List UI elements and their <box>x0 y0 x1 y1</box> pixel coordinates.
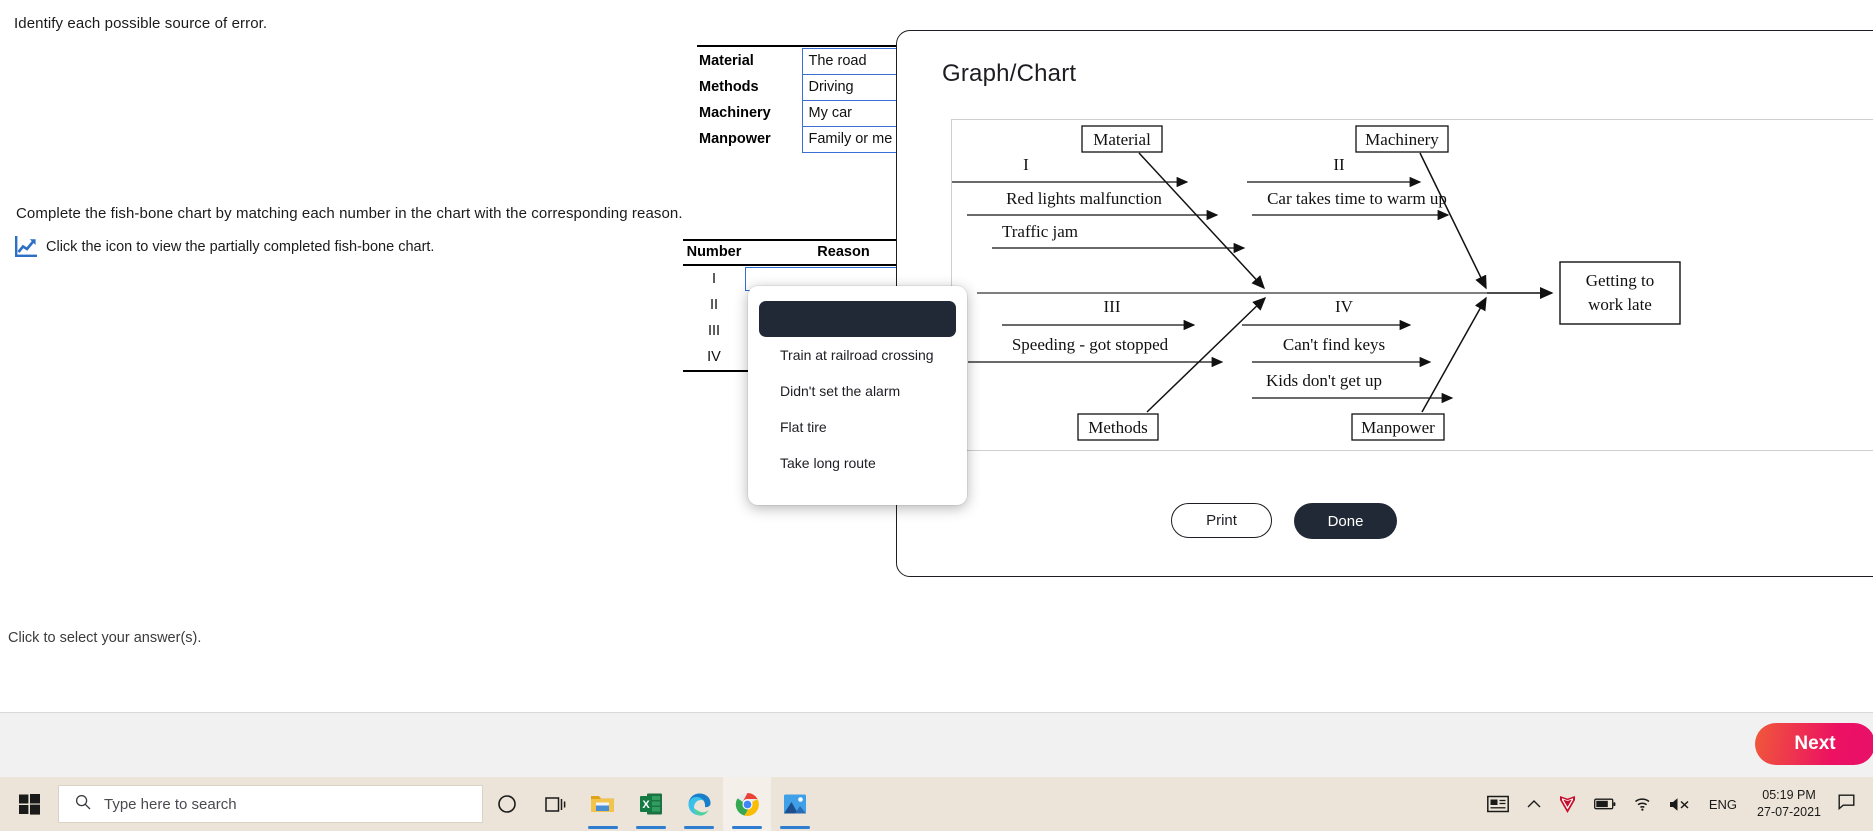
cause-material-3: Traffic jam <box>1002 222 1078 241</box>
graph-chart-modal: Graph/Chart Getting to work late Materia… <box>896 30 1873 577</box>
chart-icon-hint-label: Click the icon to view the partially com… <box>46 238 435 255</box>
wifi-icon[interactable] <box>1625 777 1660 831</box>
news-and-interests-icon[interactable] <box>1478 777 1518 831</box>
question-prompt: Identify each possible source of error. <box>14 15 268 32</box>
battery-icon[interactable] <box>1585 777 1625 831</box>
cause-manpower-1: IV <box>1335 297 1354 316</box>
effect-line-1: Getting to <box>1586 271 1654 290</box>
print-button[interactable]: Print <box>1171 503 1272 538</box>
table-row: Manpower Family or me <box>697 125 900 153</box>
table-row: Material The road <box>697 47 900 75</box>
cause-material-1: I <box>1023 155 1029 174</box>
category-label-material: Material <box>1093 130 1151 149</box>
task-view-icon[interactable] <box>531 777 579 831</box>
taskbar-icons: X <box>483 777 819 831</box>
fishbone-svg: Getting to work late Material I Red ligh… <box>952 125 1681 441</box>
dropdown-option-4[interactable]: Take long route <box>748 445 967 481</box>
dropdown-option-1[interactable]: Train at railroad crossing <box>748 337 967 373</box>
row-number: I <box>711 271 717 287</box>
category-value: Family or me <box>801 125 900 153</box>
category-table: Material The road Methods Driving Machin… <box>697 45 900 153</box>
category-value: Driving <box>801 73 900 101</box>
mcafee-shield-icon[interactable] <box>1550 777 1585 831</box>
exam-page: Identify each possible source of error. … <box>0 0 1873 831</box>
windows-taskbar: Type here to search X ENG 05:19 PM 27-07… <box>0 777 1873 831</box>
row-number: II <box>709 297 719 313</box>
category-label-manpower: Manpower <box>1361 418 1435 437</box>
action-center-icon[interactable] <box>1832 794 1867 815</box>
category-label-methods: Methods <box>1088 418 1148 437</box>
cause-methods-1: III <box>1104 297 1121 316</box>
cortana-circle-icon[interactable] <box>483 777 531 831</box>
cause-manpower-3: Kids don't get up <box>1266 371 1382 390</box>
next-button[interactable]: Next <box>1755 723 1873 765</box>
photos-icon[interactable] <box>771 777 819 831</box>
search-input[interactable]: Type here to search <box>58 785 483 823</box>
svg-text:X: X <box>642 799 650 811</box>
cause-machinery-1: II <box>1333 155 1345 174</box>
excel-icon[interactable]: X <box>627 777 675 831</box>
row-number: III <box>707 323 721 339</box>
dropdown-option-3[interactable]: Flat tire <box>748 409 967 445</box>
system-tray: ENG 05:19 PM 27-07-2021 <box>1478 777 1873 831</box>
category-value: My car <box>801 99 900 127</box>
category-key: Material <box>699 53 754 69</box>
category-label-machinery: Machinery <box>1365 130 1439 149</box>
google-chrome-icon[interactable] <box>723 777 771 831</box>
file-explorer-icon[interactable] <box>579 777 627 831</box>
cause-material-2: Red lights malfunction <box>1006 189 1162 208</box>
volume-muted-icon[interactable] <box>1660 777 1700 831</box>
done-button[interactable]: Done <box>1294 503 1397 539</box>
cause-machinery-2: Car takes time to warm up <box>1267 189 1447 208</box>
cause-methods-2: Speeding - got stopped <box>1012 335 1169 354</box>
column-header-number: Number <box>683 239 745 266</box>
category-key: Methods <box>699 79 759 95</box>
running-indicator <box>636 826 666 829</box>
chart-icon-hint-row: Click the icon to view the partially com… <box>15 236 434 257</box>
effect-line-2: work late <box>1588 295 1652 314</box>
modal-action-buttons: Print Done <box>1171 503 1397 539</box>
table-row: Machinery My car <box>697 99 900 127</box>
show-hidden-icons-chevron-up[interactable] <box>1518 777 1550 831</box>
dropdown-option-2[interactable]: Didn't set the alarm <box>748 373 967 409</box>
search-placeholder: Type here to search <box>104 795 237 813</box>
clock[interactable]: 05:19 PM 27-07-2021 <box>1746 777 1832 831</box>
row-number: IV <box>683 344 745 372</box>
chart-icon[interactable] <box>15 236 37 257</box>
clock-date: 27-07-2021 <box>1757 805 1821 819</box>
running-indicator <box>780 826 810 829</box>
category-value: The road <box>801 47 900 75</box>
dropdown-selected-item[interactable] <box>759 301 956 337</box>
question-instruction: Complete the fish-bone chart by matching… <box>16 205 683 222</box>
search-icon <box>75 794 91 814</box>
category-key: Machinery <box>699 105 771 121</box>
modal-title: Graph/Chart <box>942 60 1077 87</box>
running-indicator <box>732 826 762 829</box>
reason-dropdown-menu: Train at railroad crossing Didn't set th… <box>748 286 967 505</box>
running-indicator <box>588 826 618 829</box>
fishbone-diagram: Getting to work late Material I Red ligh… <box>951 119 1873 451</box>
selection-hint: Click to select your answer(s). <box>8 630 202 646</box>
table-row: Methods Driving <box>697 73 900 101</box>
microsoft-edge-icon[interactable] <box>675 777 723 831</box>
footer-bar <box>0 712 1873 777</box>
running-indicator <box>684 826 714 829</box>
clock-time: 05:19 PM <box>1762 788 1816 803</box>
category-key: Manpower <box>699 131 771 147</box>
cause-manpower-2: Can't find keys <box>1283 335 1385 354</box>
windows-logo-icon[interactable] <box>0 777 58 831</box>
language-indicator[interactable]: ENG <box>1700 777 1746 831</box>
